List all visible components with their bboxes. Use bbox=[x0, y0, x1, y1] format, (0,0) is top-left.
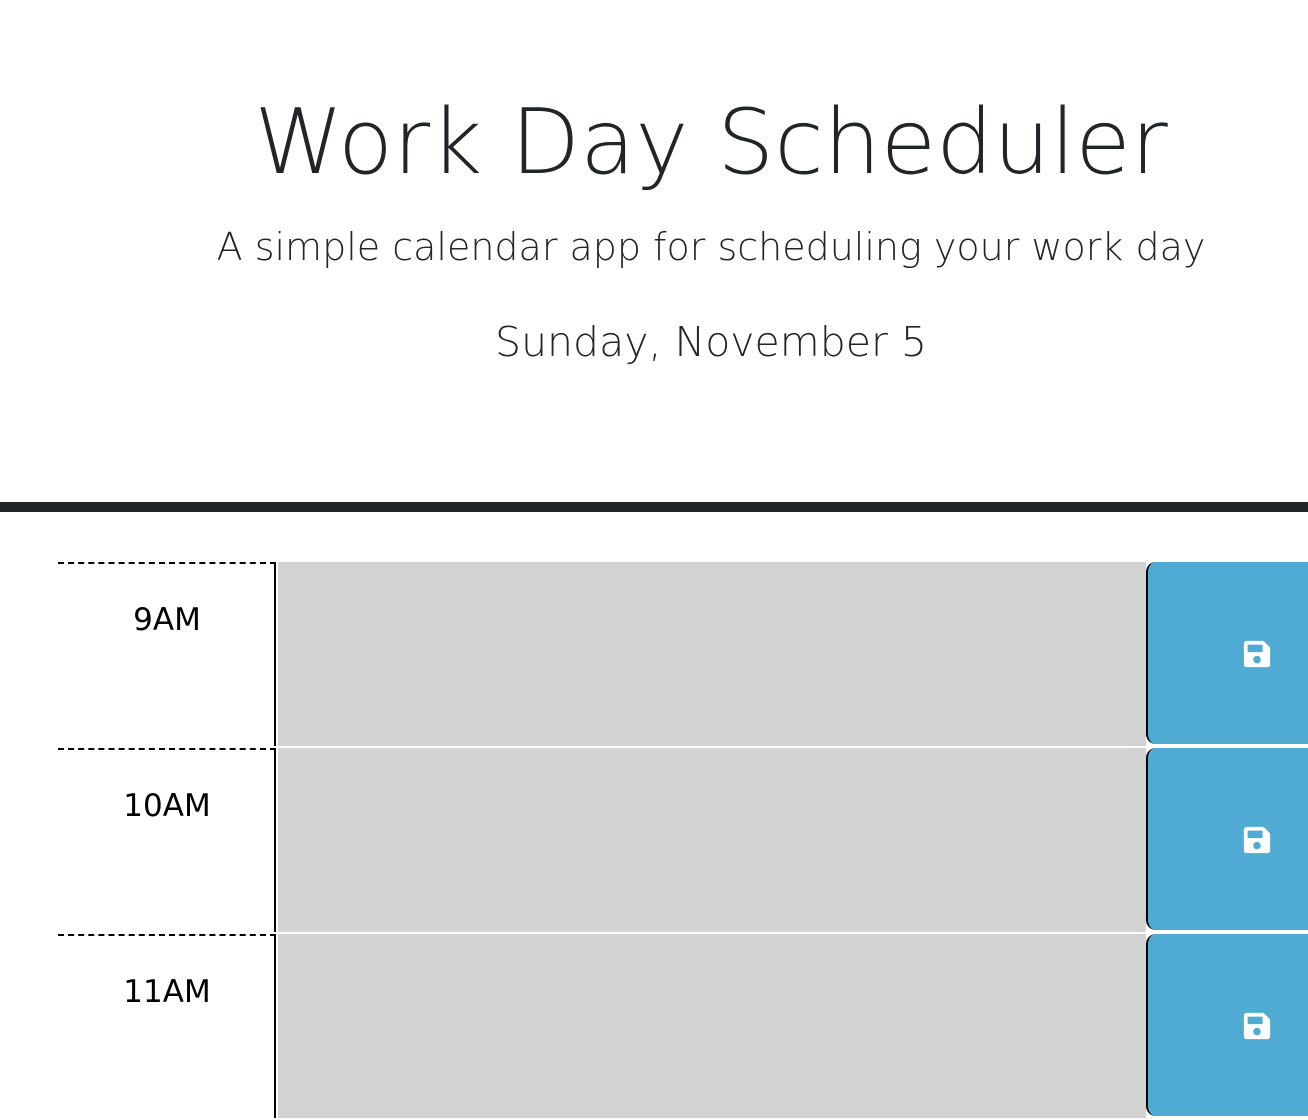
hour-label: 11AM bbox=[58, 934, 276, 1118]
event-description-input[interactable] bbox=[278, 562, 1146, 746]
save-icon bbox=[1243, 1012, 1271, 1040]
time-block: 9AM bbox=[0, 562, 1308, 746]
save-icon bbox=[1243, 826, 1271, 854]
time-block-list: 9AM 10AM 11AM bbox=[0, 562, 1308, 1120]
event-description-input[interactable] bbox=[278, 934, 1146, 1118]
hour-label: 9AM bbox=[58, 562, 276, 746]
current-day: Sunday, November 5 bbox=[495, 318, 927, 366]
hour-label: 10AM bbox=[58, 748, 276, 932]
header-divider bbox=[0, 502, 1308, 512]
save-button[interactable] bbox=[1146, 562, 1308, 744]
page-subtitle: A simple calendar app for scheduling you… bbox=[216, 225, 1206, 269]
time-block: 11AM bbox=[0, 934, 1308, 1118]
header: Work Day Scheduler A simple calendar app… bbox=[0, 0, 1308, 502]
save-button[interactable] bbox=[1146, 748, 1308, 930]
save-button[interactable] bbox=[1146, 934, 1308, 1116]
page-title: Work Day Scheduler bbox=[254, 90, 1168, 195]
save-icon bbox=[1243, 640, 1271, 668]
time-block: 10AM bbox=[0, 748, 1308, 932]
event-description-input[interactable] bbox=[278, 748, 1146, 932]
